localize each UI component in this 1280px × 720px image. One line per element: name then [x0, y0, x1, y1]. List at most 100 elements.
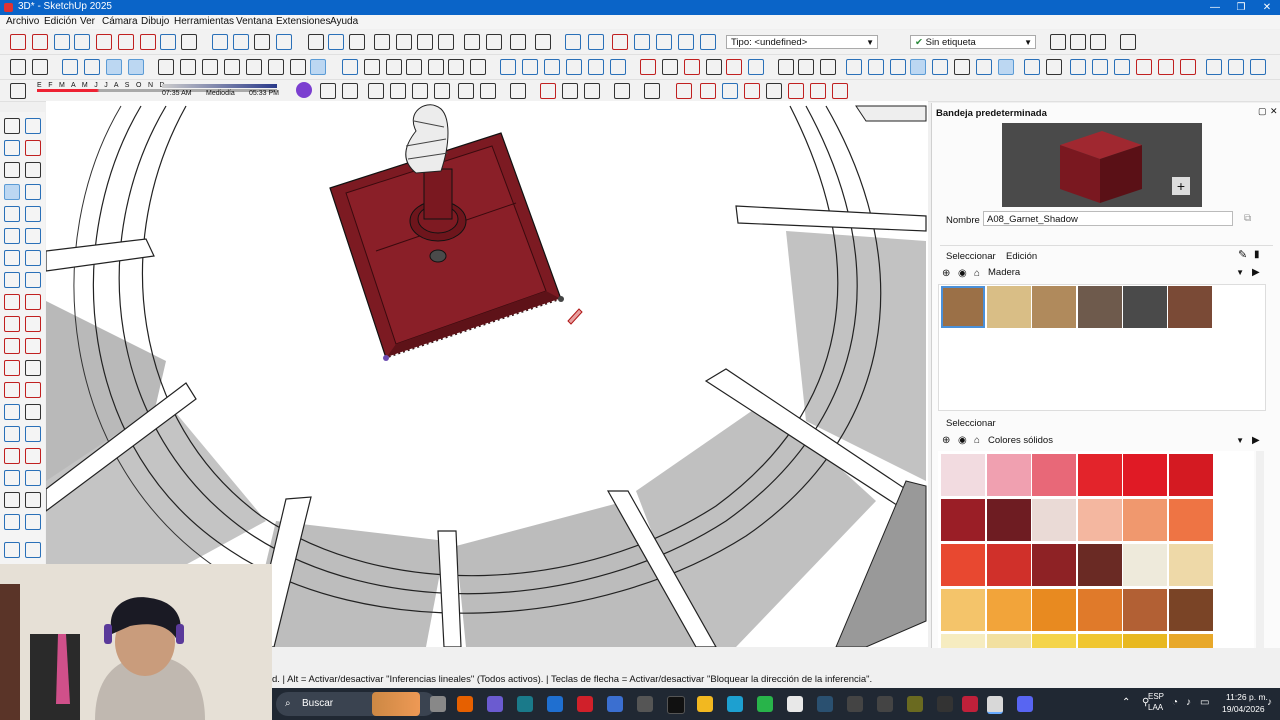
eraser-icon[interactable] [25, 140, 41, 156]
pie-icon[interactable] [25, 272, 41, 288]
house-side-icon[interactable] [428, 59, 444, 75]
orbit-icon[interactable] [4, 426, 20, 442]
solid-color-swatch[interactable] [1032, 454, 1076, 496]
tab-edit[interactable]: Edición [1006, 251, 1037, 262]
follow-me-icon[interactable] [25, 316, 41, 332]
box-top-icon[interactable] [268, 59, 284, 75]
steam-icon[interactable] [817, 696, 833, 712]
new-file-icon[interactable] [308, 34, 324, 50]
zoom-extents-tool-icon[interactable] [4, 470, 20, 486]
menu-extensiones[interactable]: Extensiones [276, 16, 330, 27]
section-plane-icon[interactable] [254, 34, 270, 50]
section-fill-icon[interactable] [276, 34, 292, 50]
solid-color-swatch[interactable] [986, 544, 1031, 586]
arc3-icon[interactable] [4, 272, 20, 288]
solid-color-swatch[interactable] [1168, 454, 1213, 496]
paint-bucket-icon[interactable] [10, 83, 26, 99]
previous-view-icon[interactable] [233, 34, 249, 50]
solid-box-icon[interactable] [246, 59, 262, 75]
protractor-icon[interactable] [706, 59, 722, 75]
stamp-icon[interactable] [954, 59, 970, 75]
dimension-icon[interactable] [684, 59, 700, 75]
save-icon[interactable] [349, 34, 365, 50]
arrow-gem-7-icon[interactable] [810, 83, 826, 99]
menu-camara[interactable]: Cámara [102, 16, 138, 27]
connect-icon[interactable] [1046, 59, 1062, 75]
app-dark-icon[interactable] [937, 696, 953, 712]
hex-1-icon[interactable] [1070, 59, 1086, 75]
solid-color-swatch[interactable] [1077, 589, 1122, 631]
dimension-tool-icon[interactable] [25, 360, 41, 376]
box-active-icon[interactable] [310, 59, 326, 75]
menu-herramientas[interactable]: Herramientas [174, 16, 234, 27]
polygon-icon[interactable] [25, 228, 41, 244]
menu-ventana[interactable]: Ventana [236, 16, 273, 27]
arc2-icon[interactable] [25, 250, 41, 266]
offset-icon[interactable] [96, 34, 112, 50]
car-icon[interactable] [390, 83, 406, 99]
solid-color-swatch[interactable] [1123, 544, 1167, 586]
cross-red-icon[interactable] [1158, 59, 1174, 75]
zoom-extents-icon[interactable] [212, 34, 228, 50]
rotated-rect-icon[interactable] [25, 206, 41, 222]
app-gray-icon[interactable] [877, 696, 893, 712]
tray-close-icon[interactable]: ✕ [1270, 106, 1278, 117]
eyedropper-icon[interactable]: ✎ [1238, 248, 1247, 261]
tag-filter-dropdown[interactable]: ✔ Sin etiqueta ▼ [910, 35, 1036, 49]
solid-trim-icon[interactable] [544, 59, 560, 75]
minimize-button[interactable]: — [1202, 0, 1228, 15]
xray-icon[interactable] [62, 59, 78, 75]
water-drop-active-icon[interactable] [910, 59, 926, 75]
wood-swatch-1[interactable] [941, 286, 985, 328]
3d-text-icon[interactable] [25, 404, 41, 420]
arrow-gem-8-icon[interactable] [832, 83, 848, 99]
look-around-tool-icon[interactable] [25, 492, 41, 508]
scale-icon[interactable] [118, 34, 134, 50]
zoom-prev-tool-icon[interactable] [25, 470, 41, 486]
columns-icon[interactable] [406, 59, 422, 75]
menu-edicion[interactable]: Edición [44, 16, 77, 27]
arrow-gem-6-icon[interactable] [788, 83, 804, 99]
wood-swatch-4[interactable] [1078, 286, 1122, 328]
solid-color-swatch[interactable] [1077, 634, 1122, 648]
top-view-icon[interactable] [588, 34, 604, 50]
offset-tool-icon[interactable] [25, 338, 41, 354]
shield-icon[interactable] [540, 83, 556, 99]
zoom-window-tool-icon[interactable] [25, 448, 41, 464]
forward-nav-2-icon[interactable]: ◉ [958, 435, 967, 446]
wood-swatch-6[interactable] [1168, 286, 1212, 328]
word-icon[interactable] [547, 696, 563, 712]
drape-icon[interactable] [868, 59, 884, 75]
make-component-icon[interactable] [4, 140, 20, 156]
door-icon[interactable] [364, 59, 380, 75]
tray-pin-icon[interactable]: ▢ [1258, 106, 1267, 117]
tab-select[interactable]: Seleccionar [946, 251, 996, 262]
sketchup-taskbar-icon[interactable] [987, 696, 1003, 714]
solid-color-swatch[interactable] [1123, 589, 1167, 631]
battery-icon[interactable]: ▭ [1200, 697, 1209, 708]
freehand-icon[interactable] [25, 184, 41, 200]
arrow-gem-1-icon[interactable] [676, 83, 692, 99]
solid-color-swatch[interactable] [1168, 544, 1213, 586]
cut-icon[interactable] [374, 34, 390, 50]
task-view-icon[interactable] [430, 696, 446, 712]
back-nav-icon[interactable]: ⊕ [942, 268, 950, 279]
acrobat-icon[interactable] [962, 696, 978, 712]
close-button[interactable]: ✕ [1254, 0, 1280, 15]
tag-visibility-icon[interactable] [1090, 34, 1106, 50]
solid-union-icon[interactable] [500, 59, 516, 75]
clock-date[interactable]: 19/04/2026 [1222, 704, 1265, 714]
menu-dibujo[interactable]: Dibujo [141, 16, 169, 27]
lasso-icon[interactable] [25, 118, 41, 134]
hidden-line-icon[interactable] [128, 59, 144, 75]
solid-color-swatch[interactable] [1077, 544, 1122, 586]
scrollbar[interactable] [1256, 451, 1264, 648]
arrow-gem-5-icon[interactable] [766, 83, 782, 99]
sample-paint-icon[interactable]: ▮ [1254, 249, 1260, 260]
solid-color-swatch[interactable] [986, 634, 1031, 648]
app-olive-icon[interactable] [907, 696, 923, 712]
library-dropdown-top[interactable]: Madera ▼ [988, 266, 1246, 280]
position-camera-tool-icon[interactable] [4, 492, 20, 508]
settings-app-icon[interactable] [637, 696, 653, 712]
pencil-icon[interactable] [662, 59, 678, 75]
